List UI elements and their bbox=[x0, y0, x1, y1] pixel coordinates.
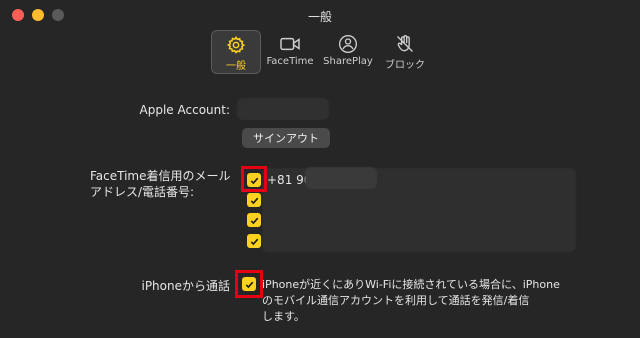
tab-block[interactable]: ブロック bbox=[380, 30, 430, 74]
tab-general-label: 一般 bbox=[226, 61, 246, 72]
tab-shareplay[interactable]: SharePlay bbox=[320, 30, 376, 74]
tab-block-label: ブロック bbox=[385, 60, 425, 71]
address-checkbox-1-highlight bbox=[241, 166, 267, 192]
address-checkbox-3[interactable] bbox=[247, 213, 261, 227]
tab-facetime-label: FaceTime bbox=[266, 56, 314, 67]
iphone-calls-label: iPhoneから通話 bbox=[141, 279, 230, 293]
apple-account-label: Apple Account: bbox=[139, 103, 230, 117]
window-title: 一般 bbox=[307, 10, 332, 24]
video-camera-icon bbox=[278, 34, 302, 54]
apple-account-value-redacted bbox=[237, 98, 329, 120]
iphone-calls-description: iPhoneが近くにありWi-Fiに接続されている場合に、iPhone のモバイ… bbox=[262, 278, 560, 323]
gear-icon bbox=[224, 35, 248, 55]
shareplay-icon bbox=[336, 34, 360, 54]
preferences-toolbar: 一般 FaceTime SharePlay ブロック bbox=[0, 30, 640, 78]
iphone-calls-checkbox-highlight bbox=[235, 270, 263, 298]
sign-out-button[interactable]: サインアウト bbox=[242, 128, 330, 148]
tab-facetime[interactable]: FaceTime bbox=[264, 30, 316, 74]
address-checkbox-2[interactable] bbox=[247, 193, 261, 207]
phone-number-redacted bbox=[305, 167, 377, 189]
facetime-addresses-label: FaceTime着信用のメール アドレス/電話番号: bbox=[90, 169, 231, 199]
settings-window: 一般 一般 FaceTime SharePlay ブロック Apple Acco… bbox=[0, 0, 640, 338]
tab-general[interactable]: 一般 bbox=[211, 30, 261, 74]
raised-hand-slash-icon bbox=[393, 34, 417, 54]
address-checkbox-4[interactable] bbox=[247, 234, 261, 248]
tab-shareplay-label: SharePlay bbox=[323, 56, 373, 67]
titlebar: 一般 bbox=[0, 0, 640, 30]
